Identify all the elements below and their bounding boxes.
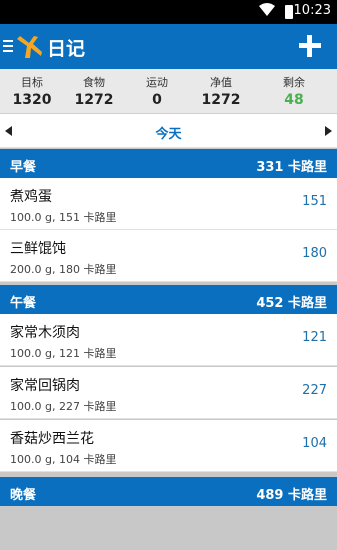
summary-exercise-label: 运动 bbox=[146, 76, 168, 89]
meal-header-breakfast[interactable]: 早餐 331 卡路里 bbox=[0, 149, 337, 178]
summary-remaining-value: 48 bbox=[284, 92, 304, 108]
food-detail: 100.0 g, 227 卡路里 bbox=[10, 400, 117, 413]
food-detail: 100.0 g, 121 卡路里 bbox=[10, 347, 117, 360]
date-label[interactable]: 今天 bbox=[0, 123, 337, 142]
meal-name: 早餐 bbox=[10, 160, 37, 175]
food-item[interactable]: 家常回锅肉 100.0 g, 227 卡路里 227 bbox=[0, 367, 337, 419]
summary-net: 净值 1272 bbox=[200, 74, 242, 108]
summary-exercise: 运动 0 bbox=[139, 74, 175, 108]
food-name: 煮鸡蛋 bbox=[10, 189, 52, 205]
meal-calories: 331 卡路里 bbox=[256, 160, 327, 175]
hamburger-icon[interactable] bbox=[3, 40, 13, 52]
meal-name: 午餐 bbox=[10, 296, 37, 311]
summary-net-label: 净值 bbox=[210, 76, 232, 89]
food-calories: 121 bbox=[302, 330, 327, 345]
calorie-summary: 目标 1320 食物 1272 运动 0 净值 1272 剩余 48 bbox=[0, 69, 337, 114]
meal-header-dinner[interactable]: 晚餐 489 卡路里 bbox=[0, 477, 337, 506]
food-item[interactable]: 家常木须肉 100.0 g, 121 卡路里 121 bbox=[0, 314, 337, 366]
food-detail: 200.0 g, 180 卡路里 bbox=[10, 263, 117, 276]
summary-exercise-value: 0 bbox=[152, 92, 162, 108]
status-bar: 10:23 bbox=[0, 0, 337, 24]
summary-food-label: 食物 bbox=[83, 76, 105, 89]
plus-icon[interactable] bbox=[299, 35, 321, 57]
food-name: 家常回锅肉 bbox=[10, 378, 80, 394]
page-title: 日记 bbox=[47, 38, 86, 60]
meal-name: 晚餐 bbox=[10, 488, 37, 503]
action-bar: 日记 bbox=[0, 24, 337, 69]
food-detail: 100.0 g, 104 卡路里 bbox=[10, 453, 117, 466]
food-calories: 227 bbox=[302, 383, 327, 398]
running-figure-logo-icon[interactable] bbox=[14, 34, 44, 60]
triangle-right-icon[interactable] bbox=[325, 126, 332, 136]
food-calories: 180 bbox=[302, 246, 327, 261]
summary-goal: 目标 1320 bbox=[12, 74, 52, 108]
meal-calories: 452 卡路里 bbox=[256, 296, 327, 311]
status-time: 10:23 bbox=[293, 3, 331, 18]
battery-icon bbox=[285, 5, 293, 19]
meal-header-lunch[interactable]: 午餐 452 卡路里 bbox=[0, 285, 337, 314]
food-calories: 151 bbox=[302, 194, 327, 209]
summary-net-value: 1272 bbox=[201, 92, 241, 108]
wifi-icon bbox=[259, 3, 275, 16]
date-navigator: 今天 bbox=[0, 114, 337, 148]
food-name: 香菇炒西兰花 bbox=[10, 431, 94, 447]
food-name: 家常木须肉 bbox=[10, 325, 80, 341]
summary-food: 食物 1272 bbox=[74, 74, 114, 108]
summary-remaining-label: 剩余 bbox=[283, 76, 305, 89]
food-calories: 104 bbox=[302, 436, 327, 451]
summary-food-value: 1272 bbox=[74, 92, 114, 108]
summary-goal-label: 目标 bbox=[21, 76, 43, 89]
food-name: 三鲜馄饨 bbox=[10, 241, 66, 257]
summary-goal-value: 1320 bbox=[12, 92, 52, 108]
food-detail: 100.0 g, 151 卡路里 bbox=[10, 211, 117, 224]
food-item[interactable]: 香菇炒西兰花 100.0 g, 104 卡路里 104 bbox=[0, 420, 337, 472]
summary-remaining: 剩余 48 bbox=[276, 74, 312, 108]
food-item[interactable]: 煮鸡蛋 100.0 g, 151 卡路里 151 bbox=[0, 178, 337, 230]
food-item[interactable]: 三鲜馄饨 200.0 g, 180 卡路里 180 bbox=[0, 230, 337, 282]
meal-calories: 489 卡路里 bbox=[256, 488, 327, 503]
